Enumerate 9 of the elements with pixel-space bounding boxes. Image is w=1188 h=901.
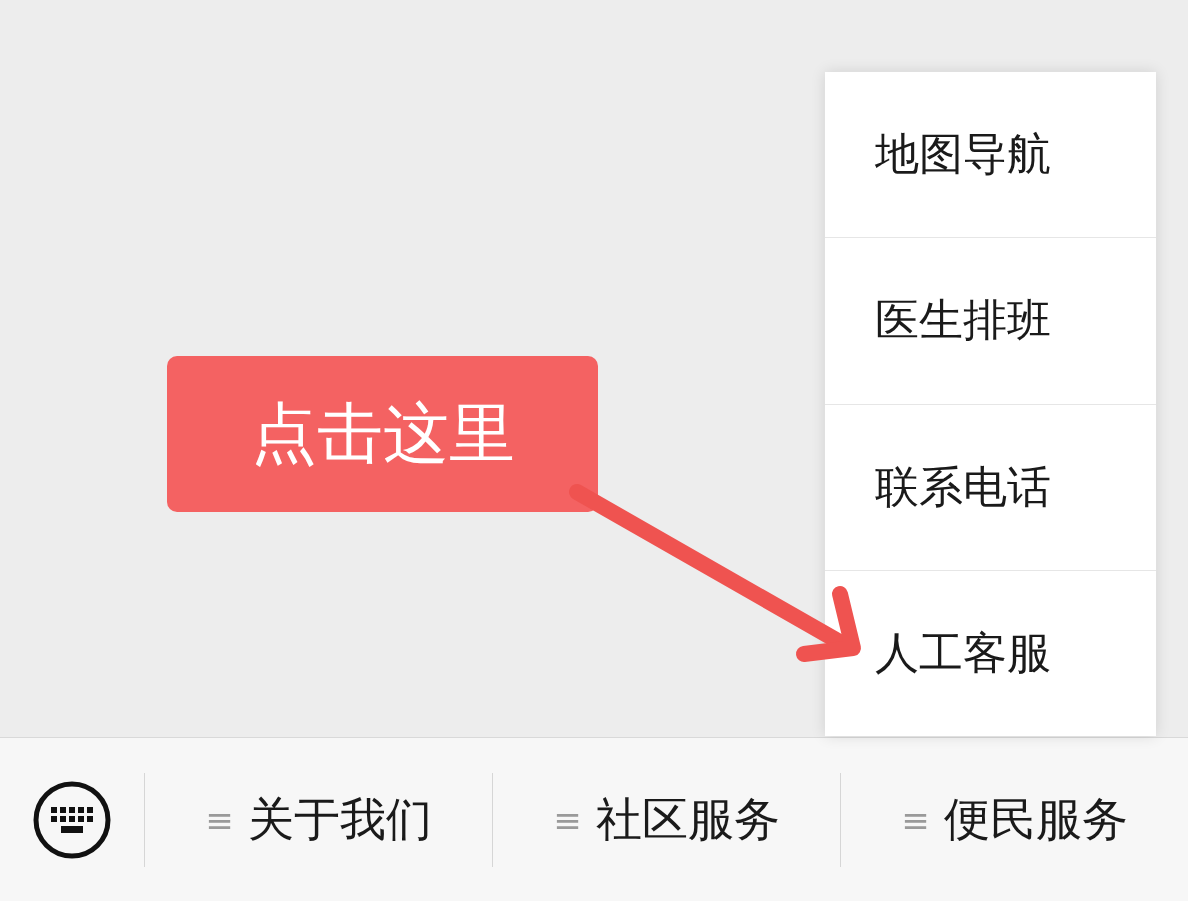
menu-tab[interactable]: ≡ 关于我们 [144,772,492,867]
menu-item[interactable]: 人工客服 [825,569,1156,736]
menu-tab[interactable]: ≡ 便民服务 [840,772,1188,867]
menu-item[interactable]: 医生排班 [825,237,1156,404]
menu-item[interactable]: 地图导航 [825,72,1156,238]
menu-item[interactable]: 联系电话 [825,403,1156,570]
menu-tab[interactable]: ≡ 社区服务 [492,772,840,867]
keyboard-icon[interactable] [32,779,112,860]
callout-label: 点击这里 [167,356,598,512]
